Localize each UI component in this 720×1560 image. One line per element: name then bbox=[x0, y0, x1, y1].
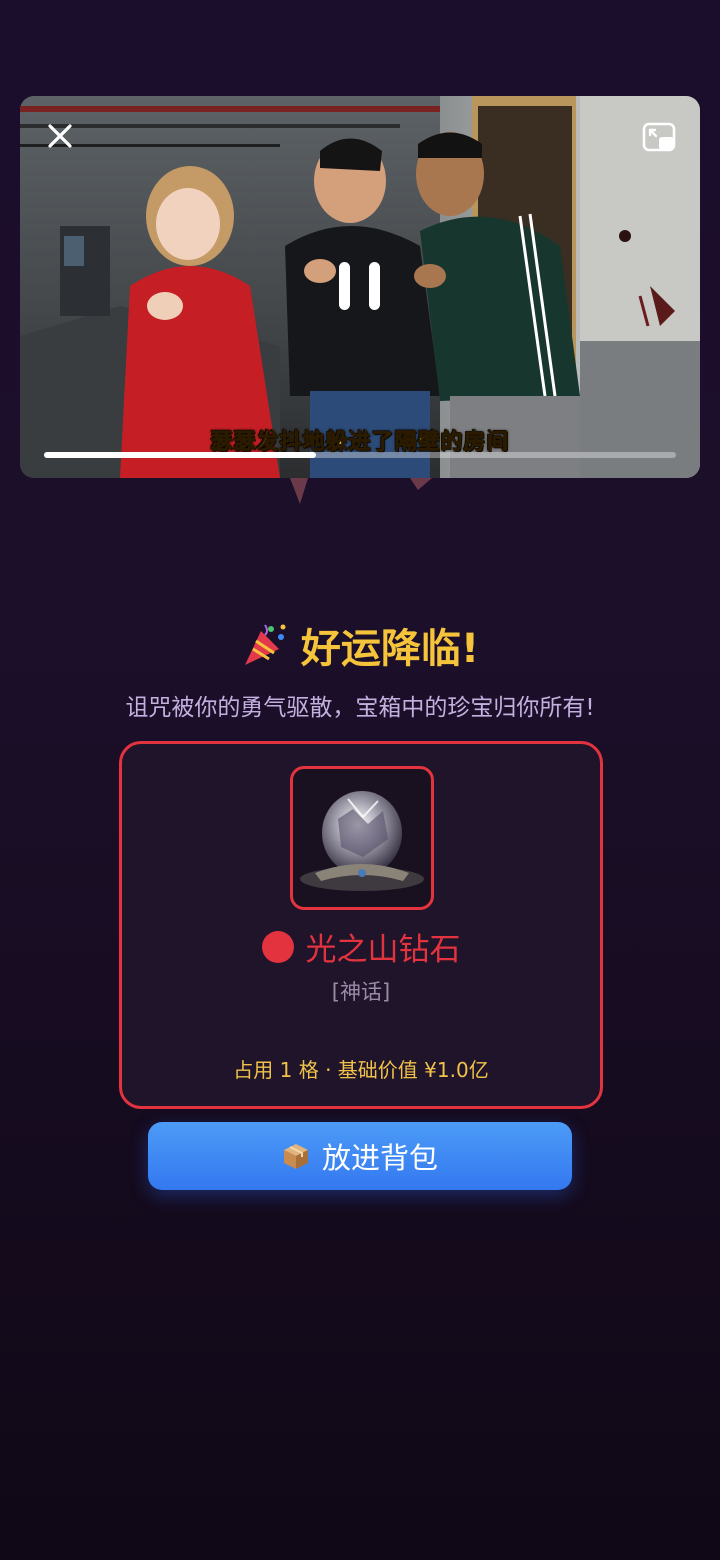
put-in-bag-label: 放进背包 bbox=[321, 1141, 438, 1175]
close-icon bbox=[48, 124, 72, 148]
package-box-icon bbox=[283, 1144, 308, 1169]
item-meta: 占用 1 格 · 基础价值 ¥1.0亿 bbox=[233, 1058, 489, 1082]
diamond-crown-icon bbox=[300, 791, 424, 891]
picture-in-picture-icon bbox=[642, 122, 676, 152]
picture-in-picture-button[interactable] bbox=[642, 122, 678, 154]
item-rarity: [神话] bbox=[331, 980, 391, 1004]
item-name: 光之山钻石 bbox=[305, 932, 461, 968]
reward-description: 诅咒被你的勇气驱散，宝箱中的珍宝归你所有! bbox=[125, 695, 595, 721]
reward-title-row: 好运降临! bbox=[0, 616, 720, 674]
party-popper-icon bbox=[244, 624, 286, 665]
put-in-bag-button[interactable]: 放进背包 bbox=[148, 1122, 572, 1190]
ribbon-decoration-icon bbox=[410, 478, 432, 490]
video-progress-bar[interactable] bbox=[44, 452, 676, 458]
ribbon-decoration-icon bbox=[290, 478, 308, 504]
rarity-dot-icon bbox=[261, 930, 294, 963]
video-progress-fill bbox=[44, 452, 316, 458]
reward-title: 好运降临! bbox=[300, 626, 480, 672]
video-player[interactable]: 瑟瑟发抖地躲进了隔壁的房间 bbox=[20, 96, 700, 478]
item-name-row: 光之山钻石 bbox=[122, 924, 600, 969]
close-button[interactable] bbox=[44, 120, 76, 152]
pause-icon bbox=[339, 262, 380, 310]
item-image-frame bbox=[290, 766, 434, 910]
pause-button[interactable] bbox=[333, 259, 387, 313]
reward-item-card: 光之山钻石 [神话] 占用 1 格 · 基础价值 ¥1.0亿 bbox=[119, 741, 603, 1109]
